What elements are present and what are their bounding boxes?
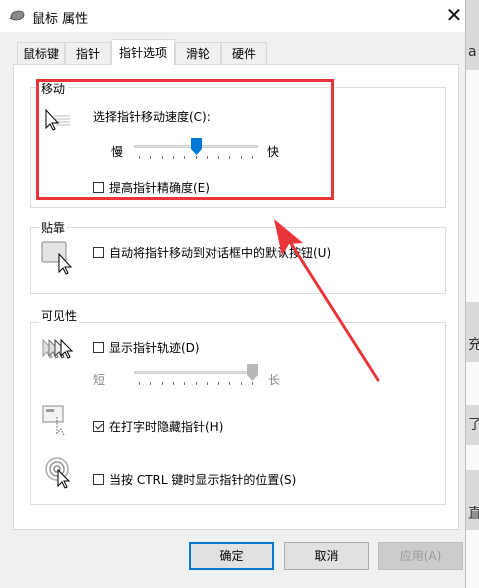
annotation-arrow — [274, 219, 380, 382]
